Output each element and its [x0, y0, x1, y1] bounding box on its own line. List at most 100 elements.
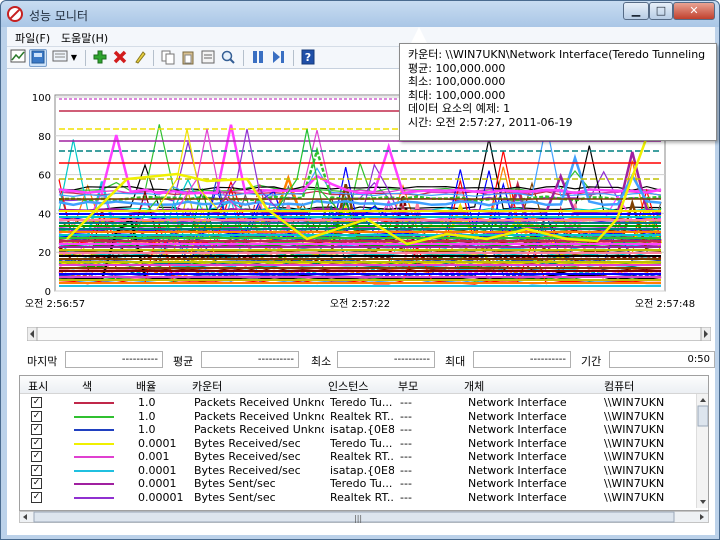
view-graph-icon[interactable] — [9, 49, 27, 67]
properties-icon[interactable] — [199, 49, 217, 67]
zoom-icon[interactable] — [219, 49, 237, 67]
tooltip-average: 평균: 100,000.000 — [408, 61, 506, 75]
menu-file[interactable]: 파일(F) — [15, 30, 50, 46]
y-tick-label: 80 — [38, 132, 51, 143]
cell-parent: --- — [400, 396, 412, 409]
show-checkbox[interactable]: ✓ — [31, 410, 42, 422]
svg-text:?: ? — [305, 51, 311, 64]
update-data-icon[interactable] — [269, 49, 287, 67]
table-row[interactable]: ✓ 0.001 Bytes Received/sec Realtek RT... ---… — [20, 450, 696, 464]
series-color-swatch — [74, 402, 114, 404]
table-row[interactable]: ✓ 1.0 Packets Received Unkno... Realtek RT.… — [20, 410, 696, 424]
close-button[interactable]: ✕ — [673, 2, 715, 20]
add-counter-icon[interactable] — [91, 49, 109, 67]
app-icon — [7, 6, 23, 22]
cell-scale: 0.0001 — [138, 436, 177, 450]
column-counter[interactable]: 카운터 — [192, 378, 222, 394]
cell-instance: Realtek RT... — [330, 490, 394, 504]
series-color-swatch — [74, 469, 114, 472]
cell-object: Network Interface — [468, 463, 567, 477]
copy-properties-icon[interactable] — [159, 49, 177, 67]
show-checkbox[interactable]: ✓ — [31, 491, 42, 503]
cell-scale: 0.0001 — [138, 477, 177, 490]
y-tick-label: 20 — [38, 248, 51, 259]
cell-computer: \\WIN7UKN — [604, 477, 665, 490]
column-computer[interactable]: 컴퓨터 — [604, 378, 634, 394]
cell-object: Network Interface — [468, 477, 567, 490]
cell-computer: \\WIN7UKN — [604, 490, 665, 504]
x-tick-label: 오전 2:57:22 — [330, 298, 390, 310]
cell-parent: --- — [400, 463, 412, 477]
column-color[interactable]: 색 — [82, 378, 92, 394]
table-row[interactable]: ✓ 1.0 Packets Received Unkno... isatap.{0E8… — [20, 423, 696, 437]
counter-list[interactable]: 표시 색 배율 카운터 인스턴스 부모 개체 컴퓨터 ✓ 1.0 Packets R… — [19, 375, 709, 511]
cell-computer: \\WIN7UKN — [604, 463, 665, 477]
y-tick-label: 60 — [38, 171, 51, 182]
cell-instance: Teredo Tu... — [330, 477, 393, 490]
cell-counter: Bytes Sent/sec — [194, 490, 276, 504]
table-row[interactable]: ✓ 1.0 Packets Received Unkno... Teredo Tu..… — [20, 396, 696, 410]
menu-help[interactable]: 도움말(H) — [61, 30, 108, 46]
cell-instance: isatap.{0E8... — [330, 423, 394, 436]
cell-parent: --- — [400, 409, 412, 423]
show-checkbox[interactable]: ✓ — [31, 424, 42, 435]
table-row[interactable]: ✓ 0.0001 Bytes Received/sec isatap.{0E8...-… — [20, 464, 696, 478]
cell-instance: isatap.{0E8... — [330, 463, 394, 477]
series-color-swatch — [74, 483, 114, 485]
performance-monitor-window: 성능 모니터 ▁ □ ✕ 파일(F) 도움말(H) ▼ ? 100 80 60 … — [0, 0, 720, 540]
minimize-button[interactable]: ▁ — [623, 2, 649, 20]
title-bar[interactable]: 성능 모니터 ▁ □ ✕ — [1, 1, 719, 27]
column-parent[interactable]: 부모 — [398, 378, 418, 394]
cell-scale: 1.0 — [138, 409, 156, 423]
time-scrollbar[interactable] — [27, 327, 711, 341]
column-instance[interactable]: 인스턴스 — [328, 378, 368, 394]
cell-computer: \\WIN7UKN — [604, 409, 665, 423]
column-scale[interactable]: 배율 — [136, 378, 156, 394]
change-graph-type-icon[interactable] — [29, 49, 47, 67]
cell-parent: --- — [400, 436, 412, 450]
minimum-label: 최소 — [311, 355, 332, 368]
paste-counter-list-icon[interactable] — [179, 49, 197, 67]
show-checkbox[interactable]: ✓ — [31, 437, 42, 449]
dropdown-icon[interactable]: ▼ — [69, 49, 79, 67]
cell-object: Network Interface — [468, 436, 567, 450]
show-checkbox[interactable]: ✓ — [31, 397, 42, 408]
maximize-button[interactable]: □ — [649, 2, 673, 20]
last-value: ---------- — [65, 351, 163, 368]
tooltip-maximum: 최대: 100,000.000 — [408, 88, 506, 102]
counter-list-horizontal-scrollbar[interactable]: ||| — [19, 511, 709, 523]
cell-object: Network Interface — [468, 490, 567, 504]
toolbar-separator — [293, 50, 294, 66]
cell-computer: \\WIN7UKN — [604, 450, 665, 463]
report-view-icon[interactable] — [51, 49, 69, 67]
column-object[interactable]: 개체 — [464, 378, 484, 394]
show-checkbox[interactable]: ✓ — [31, 478, 42, 489]
table-row[interactable]: ✓ 0.0001 Bytes Received/sec Teredo Tu... ---… — [20, 437, 696, 451]
tooltip-time: 시간: 오전 2:57:27, 2011-06-19 — [408, 115, 573, 129]
window-title: 성능 모니터 — [29, 9, 89, 23]
delete-counter-icon[interactable] — [111, 49, 129, 67]
show-checkbox[interactable]: ✓ — [31, 451, 42, 462]
highlight-icon[interactable] — [131, 49, 149, 67]
freeze-display-icon[interactable] — [249, 49, 267, 67]
table-row[interactable]: ✓ 0.0001 Bytes Sent/sec Teredo Tu... --- Netw… — [20, 477, 696, 491]
y-tick-label: 0 — [45, 287, 51, 298]
cell-computer: \\WIN7UKN — [604, 423, 665, 436]
table-row[interactable]: ✓ 0.00001 Bytes Sent/sec Realtek RT... --- Ne… — [20, 491, 696, 505]
duration-value: 0:50 — [609, 351, 715, 368]
tooltip-samples: 데이터 요소의 예제: 1 — [408, 102, 511, 115]
counter-list-header: 표시 색 배율 카운터 인스턴스 부모 개체 컴퓨터 — [20, 376, 708, 394]
cell-counter: Bytes Sent/sec — [194, 477, 276, 490]
cell-instance: Teredo Tu... — [330, 436, 393, 450]
column-show[interactable]: 표시 — [28, 378, 48, 394]
show-checkbox[interactable]: ✓ — [31, 464, 42, 476]
toolbar-separator — [243, 50, 244, 66]
cell-counter: Bytes Received/sec — [194, 450, 301, 463]
cell-parent: --- — [400, 450, 412, 463]
cell-parent: --- — [400, 490, 412, 504]
cell-object: Network Interface — [468, 450, 567, 463]
counter-list-vertical-scrollbar[interactable] — [696, 394, 708, 508]
help-icon[interactable]: ? — [299, 49, 317, 67]
cell-counter: Packets Received Unkno... — [194, 409, 324, 423]
cell-scale: 0.00001 — [138, 490, 184, 504]
